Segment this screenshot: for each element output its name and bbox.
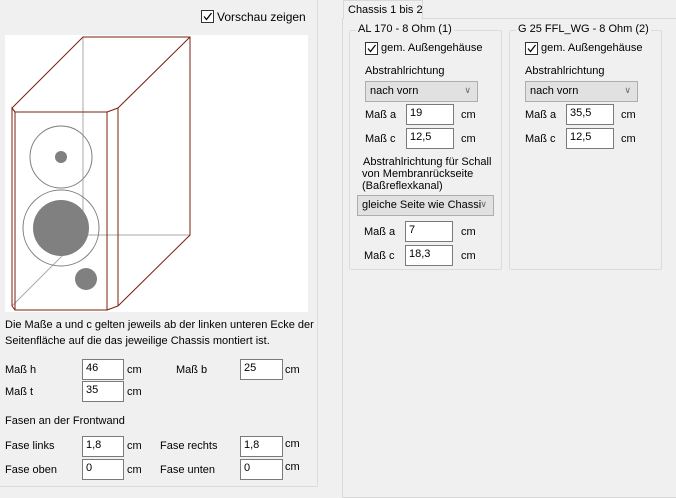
tab-chassis-1-2[interactable]: Chassis 1 bis 2 [343,0,423,19]
chassis-1-a-label: Maß a [365,109,397,121]
chassis-1-a-input[interactable]: 19 [406,104,454,125]
chassis-2-c-input[interactable]: 12,5 [566,128,614,149]
bevel-top-unit: cm [127,464,142,476]
chassis-1-rear-a-label: Maß a [364,226,396,238]
chassis-1-rear-dir-select[interactable]: gleiche Seite wie Chassi ∨ [357,195,494,216]
chassis-2-dir-select[interactable]: nach vorn ∨ [525,81,638,102]
chassis-2-a-unit: cm [621,109,636,121]
chassis-1-rear-label-2: von Membranrückseite [362,168,474,180]
bevel-bottom-label: Fase unten [160,464,216,476]
chevron-down-icon: ∨ [464,85,471,95]
chassis-1-dir-label: Abstrahlrichtung [365,65,445,77]
h-input[interactable]: 46 [82,359,124,380]
info-text-2: Seitenfläche auf die das jeweilige Chass… [5,335,270,347]
chevron-down-icon: ∨ [624,85,631,95]
chassis-1-title: AL 170 - 8 Ohm (1) [356,23,454,35]
chassis-1-c-unit: cm [461,133,476,145]
chassis-1-a-unit: cm [461,109,476,121]
chassis-1-rear-a-unit: cm [461,226,476,238]
chassis-2-a-input[interactable]: 35,5 [566,104,614,125]
chassis-1-c-input[interactable]: 12,5 [406,128,454,149]
woofer-cone [33,200,89,256]
chassis-2-c-unit: cm [621,133,636,145]
t-label: Maß t [5,386,34,398]
chevron-down-icon: ∨ [480,199,487,209]
preview-checkbox[interactable] [201,10,214,23]
chassis-1-rear-label-3: (Baßreflexkanal) [362,180,443,192]
chassis-1-rear-c-label: Maß c [364,250,395,262]
bevel-right-unit: cm [285,438,300,450]
bevel-top-label: Fase oben [5,464,57,476]
bevel-right-label: Fase rechts [160,440,218,452]
chassis-1-rear-c-input[interactable]: 18,3 [405,245,453,266]
info-text-1: Die Maße a und c gelten jeweils ab der l… [5,319,314,331]
h-unit: cm [127,364,142,376]
t-input[interactable]: 35 [82,381,124,402]
bevel-left-label: Fase links [5,440,55,452]
b-unit: cm [285,364,300,376]
chassis-2-a-label: Maß a [525,109,557,121]
bass-reflex-port [75,268,97,290]
bevel-bottom-unit: cm [285,461,300,473]
bevel-left-unit: cm [127,440,142,452]
chassis-1-housing-label: gem. Außengehäuse [381,42,483,54]
bevel-top-input[interactable]: 0 [82,459,124,480]
chassis-1-housing-checkbox[interactable] [365,42,378,55]
chassis-1-c-label: Maß c [365,133,396,145]
preview-checkbox-label: Vorschau zeigen [217,10,306,24]
chassis-2-c-label: Maß c [525,133,556,145]
tweeter-dome [55,151,67,163]
b-input[interactable]: 25 [240,359,283,380]
t-unit: cm [127,386,142,398]
cabinet-preview [5,35,308,312]
chassis-2-housing-checkbox[interactable] [525,42,538,55]
chassis-1-rear-c-unit: cm [461,250,476,262]
chassis-2-title: G 25 FFL_WG - 8 Ohm (2) [516,23,651,35]
chassis-2-dir-label: Abstrahlrichtung [525,65,605,77]
bevel-right-input[interactable]: 1,8 [240,436,283,457]
chassis-1-rear-a-input[interactable]: 7 [405,221,453,242]
bevel-left-input[interactable]: 1,8 [82,436,124,457]
bevel-bottom-input[interactable]: 0 [240,459,283,480]
b-label: Maß b [176,364,208,376]
h-label: Maß h [5,364,37,376]
chassis-1-rear-label-1: Abstrahlrichtung für Schall [363,156,492,168]
tab-label: Chassis 1 bis 2 [348,4,423,16]
bevels-title: Fasen an der Frontwand [5,415,125,427]
chassis-2-housing-label: gem. Außengehäuse [541,42,643,54]
chassis-1-dir-select[interactable]: nach vorn ∨ [365,81,478,102]
